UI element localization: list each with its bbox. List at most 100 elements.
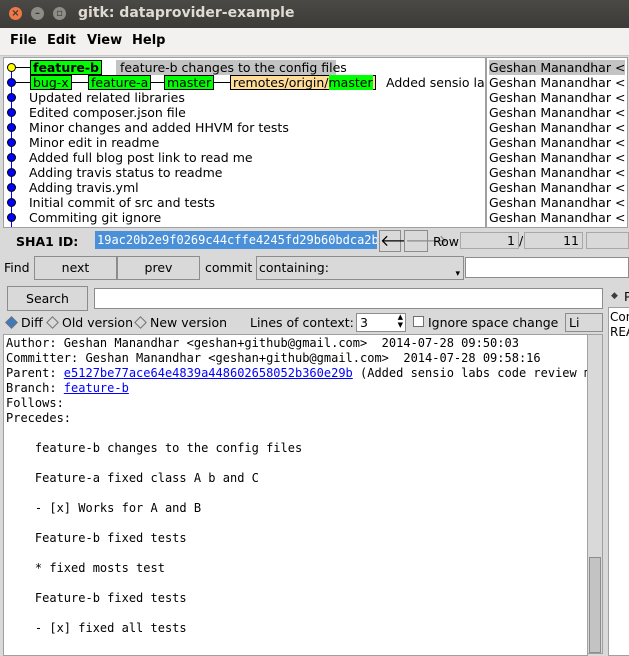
commit-row[interactable]: bug-x feature-a master remotes/origin/ma…: [4, 75, 486, 90]
line-diff-select[interactable]: Li: [565, 313, 603, 332]
find-mode-label: commit: [205, 260, 253, 275]
patch-label: P: [624, 289, 629, 304]
find-input[interactable]: [465, 257, 629, 278]
parent-line: Parent: e5127be77ace64e4839a448602658052…: [6, 366, 588, 381]
commit-subject: Added full blog post link to read me: [29, 150, 253, 165]
remote-branch: master: [328, 75, 373, 90]
commit-dot-icon: [7, 168, 16, 177]
find-prev-button[interactable]: prev: [117, 256, 200, 280]
author-list[interactable]: Geshan Manandhar < Geshan Manandhar < Ge…: [486, 57, 628, 228]
diff-label: Diff: [21, 315, 43, 330]
old-version-radio[interactable]: [46, 316, 59, 329]
author-cell[interactable]: Geshan Manandhar <: [489, 120, 625, 135]
author-cell[interactable]: Geshan Manandhar <: [489, 165, 625, 180]
message-line: Feature-b fixed tests: [6, 591, 187, 605]
window-title: gitk: dataprovider-example: [78, 5, 295, 21]
menu-help[interactable]: Help: [132, 33, 165, 48]
row-current: 1: [460, 232, 519, 249]
branch-line: Branch: feature-b: [6, 381, 129, 396]
remote-tag-origin-master[interactable]: remotes/origin/master: [230, 75, 376, 90]
message-line: feature-b changes to the config files: [6, 441, 303, 455]
author-cell[interactable]: Geshan Manandhar <: [489, 75, 625, 90]
commit-subject: Edited composer.json file: [29, 105, 186, 120]
patch-radio-icon[interactable]: ◆: [611, 291, 618, 301]
commit-dot-icon: [7, 63, 16, 72]
menu-file[interactable]: File: [10, 33, 37, 48]
diff-radio[interactable]: [5, 316, 18, 329]
message-line: - [x] Works for A and B: [6, 501, 202, 515]
row-label: Row: [433, 234, 459, 249]
sha-row: SHA1 ID: 19ac20b2e9f0269c44cffe4245fd29b…: [0, 228, 629, 254]
precedes-line: Precedes:: [6, 411, 72, 425]
commit-row[interactable]: feature-b feature-b changes to the confi…: [4, 60, 484, 75]
message-line: - [x] fixed all tests: [6, 621, 187, 635]
author-line: Author: Geshan Manandhar <geshan+github@…: [6, 336, 519, 350]
find-type-select[interactable]: containing: ▾: [256, 256, 464, 280]
message-line: Feature-a fixed class A b and C: [6, 471, 259, 485]
branch-tag-master[interactable]: master: [164, 75, 215, 90]
author-cell[interactable]: Geshan Manandhar <: [489, 60, 625, 75]
minimize-icon[interactable]: –: [31, 7, 44, 20]
branch-link[interactable]: feature-b: [64, 381, 129, 395]
branch-tag-bug-x[interactable]: bug-x: [30, 75, 72, 90]
commit-subject: feature-b changes to the config files: [120, 60, 347, 75]
branch-label: Branch:: [6, 381, 64, 395]
find-next-button[interactable]: next: [34, 256, 117, 280]
author-cell[interactable]: Geshan Manandhar <: [489, 195, 625, 210]
parent-sha-link[interactable]: e5127be77ace64e4839a448602658052b360e29b: [64, 366, 353, 380]
diff-view[interactable]: Author: Geshan Manandhar <geshan+github@…: [3, 334, 588, 656]
author-cell[interactable]: Geshan Manandhar <: [489, 210, 625, 225]
file-list[interactable]: Con REA: [608, 307, 629, 656]
commit-subject: Added sensio lab: [386, 75, 486, 90]
ignore-space-checkbox[interactable]: [413, 316, 424, 327]
menu-edit[interactable]: Edit: [47, 33, 76, 48]
message-line: * fixed mosts test: [6, 561, 165, 575]
author-cell[interactable]: Geshan Manandhar <: [489, 150, 625, 165]
commit-subject: Minor edit in readme: [29, 135, 160, 150]
remote-prefix: remotes/origin/: [233, 75, 329, 90]
follows-line: Follows:: [6, 396, 64, 410]
search-button[interactable]: Search: [7, 286, 88, 311]
commit-list[interactable]: feature-b feature-b changes to the confi…: [3, 57, 486, 228]
commit-dot-icon: [7, 78, 16, 87]
commit-dot-icon: [7, 108, 16, 117]
ignore-space-label: Ignore space change: [428, 315, 559, 330]
parent-label: Parent:: [6, 366, 64, 380]
author-cell[interactable]: Geshan Manandhar <: [489, 135, 625, 150]
close-icon[interactable]: ×: [9, 7, 22, 20]
title-bar: × – ▫ gitk: dataprovider-example: [0, 0, 629, 28]
file-item-comments[interactable]: Con: [610, 310, 629, 324]
commit-dot-icon: [7, 183, 16, 192]
branch-tag-feature-a[interactable]: feature-a: [88, 75, 152, 90]
commit-subject: Updated related libraries: [29, 90, 185, 105]
message-line: Feature-b fixed tests: [6, 531, 187, 545]
new-version-radio[interactable]: [134, 316, 147, 329]
diff-scrollbar[interactable]: [587, 334, 603, 654]
maximize-icon[interactable]: ▫: [53, 7, 66, 20]
author-cell[interactable]: Geshan Manandhar <: [489, 90, 625, 105]
committer-line: Committer: Geshan Manandhar <geshan+gith…: [6, 351, 541, 365]
back-arrow-icon[interactable]: 🡐: [379, 230, 423, 252]
context-label: Lines of context:: [250, 315, 354, 330]
file-item-readme[interactable]: REA: [610, 325, 629, 339]
row-extra-field: [586, 232, 629, 249]
author-cell[interactable]: Geshan Manandhar <: [489, 105, 625, 120]
forward-arrow-icon[interactable]: 🡒: [404, 230, 448, 252]
commit-dot-icon: [7, 138, 16, 147]
spin-arrows-icon[interactable]: ▲ ▼: [398, 313, 403, 329]
parent-summary: (Added sensio labs code review mec: [352, 366, 588, 380]
sha-label: SHA1 ID:: [16, 234, 79, 249]
sha-entry[interactable]: 19ac20b2e9f0269c44cffe4245fd29b60bdca2be: [95, 231, 377, 249]
find-label: Find: [4, 260, 30, 275]
new-version-label: New version: [150, 315, 228, 330]
menu-bar: File Edit View Help: [0, 28, 629, 56]
search-input[interactable]: [94, 288, 603, 309]
context-spinbox[interactable]: 3 ▲ ▼: [356, 313, 406, 332]
commit-dot-icon: [7, 123, 16, 132]
diff-scrollbar-thumb[interactable]: [589, 557, 601, 653]
commit-dot-icon: [7, 198, 16, 207]
author-cell[interactable]: Geshan Manandhar <: [489, 180, 625, 195]
commit-subject: Initial commit of src and tests: [29, 195, 216, 210]
branch-tag-feature-b[interactable]: feature-b: [30, 60, 103, 75]
menu-view[interactable]: View: [87, 33, 122, 48]
